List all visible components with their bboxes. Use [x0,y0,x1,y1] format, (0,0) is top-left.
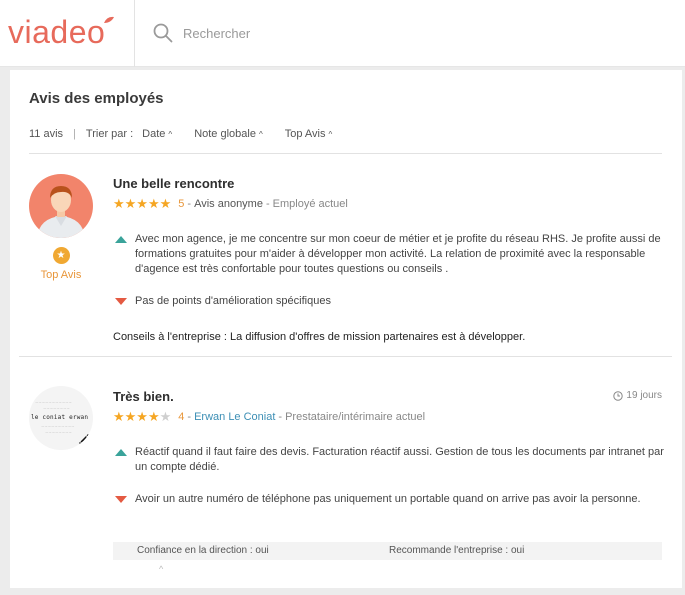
sort-rating-label: Note globale [194,128,256,140]
avatar [29,174,93,238]
reviews-panel: Avis des employés 11 avis | Trier par : … [10,70,682,588]
triangle-down-icon [115,298,127,305]
sort-by-rating[interactable]: Note globale ^ [194,128,263,140]
review-date: 19 jours [613,390,662,401]
meta-separator: - [278,411,283,423]
reviewer-avatar-block: ★ Top Avis [29,174,93,281]
header-divider [134,0,135,67]
company-logo: ~~~~~~~~~~~ ~~~~~~~~ le coniat erwan ~~~… [29,386,93,450]
logo-decoration: ~~~~~~~~ [43,406,70,411]
top-bar: viadeo [0,0,685,67]
rating-score: 4 [178,411,185,423]
logo-decoration: ~~~~~~~~~~ [41,424,75,429]
chevron-up-icon: ^ [168,129,173,139]
company-logo-text: le coniat erwan [31,414,89,421]
section-title: Avis des employés [29,90,164,107]
logo-decoration: ~~~~~~~~~~~ [35,400,72,405]
review-meta: ★★★★★ 5 - Avis anonyme - Employé actuel [113,196,348,212]
meta-separator: - [265,198,270,210]
person-avatar-icon [29,174,93,238]
search-icon [153,23,173,43]
review-pros: Avec mon agence, je me concentre sur mon… [113,232,665,277]
star-badge-icon: ★ [52,247,70,264]
sort-top-label: Top Avis [284,128,326,140]
search-input[interactable] [183,25,353,41]
review-author: Avis anonyme [194,198,263,210]
triangle-down-icon [115,496,127,503]
review-ratings-bar: Confiance en la direction : oui Recomman… [113,542,662,560]
pros-text: Avec mon agence, je me concentre sur mon… [135,233,661,275]
chevron-up-icon: ^ [258,129,263,139]
pros-text: Réactif quand il faut faire des devis. F… [135,446,664,473]
reviewer-role: Prestataire/intérimaire actuel [285,411,426,423]
sort-label: Trier par : [85,128,134,140]
reviewer-role: Employé actuel [272,198,348,210]
expand-chevron-icon[interactable]: ^ [159,564,163,574]
pen-icon [79,434,89,444]
triangle-up-icon [115,449,127,456]
viadeo-logo[interactable]: viadeo [8,14,105,51]
recommend-rating: Recommande l'entreprise : oui [389,545,525,556]
leaf-icon [104,16,114,23]
cons-text: Pas de points d'amélioration spécifiques [135,295,331,307]
review-advice: Conseils à l'entreprise : La diffusion d… [113,331,526,343]
company-logo-block: ~~~~~~~~~~~ ~~~~~~~~ le coniat erwan ~~~… [29,386,93,450]
meta-separator: - [187,411,192,423]
review-divider [19,356,672,357]
search-box[interactable] [152,20,372,46]
chevron-up-icon: ^ [328,129,333,139]
meta-separator: - [187,198,192,210]
clock-icon [613,390,624,401]
filter-divider [29,153,662,154]
triangle-up-icon [115,236,127,243]
review-age: 19 jours [626,390,662,401]
sort-by-date[interactable]: Date ^ [142,128,172,140]
confidence-rating: Confiance en la direction : oui [137,545,269,556]
cons-text: Avoir un autre numéro de téléphone pas u… [135,493,641,505]
review-title: Une belle rencontre [113,176,235,191]
review-pros: Réactif quand il faut faire des devis. F… [113,445,665,475]
top-avis-label: Top Avis [40,269,82,281]
review-cons: Avoir un autre numéro de téléphone pas u… [113,492,665,507]
review-title: Très bien. [113,389,174,404]
logo-decoration: ~~~~~~~~ [45,430,72,435]
rating-score: 5 [178,198,185,210]
filter-separator: | [73,128,76,140]
sort-date-label: Date [142,128,166,140]
rating-stars: ★★★★★ [113,196,172,211]
rating-stars: ★★★★★ [113,409,172,424]
review-cons: Pas de points d'amélioration spécifiques [113,294,665,309]
review-author-link[interactable]: Erwan Le Coniat [194,411,275,423]
filter-bar: 11 avis | Trier par : Date ^ Note globale… [29,128,354,140]
review-meta: ★★★★★ 4 - Erwan Le Coniat - Prestataire/… [113,409,425,425]
review-count: 11 avis [29,128,64,140]
sort-by-top[interactable]: Top Avis ^ [285,128,333,140]
